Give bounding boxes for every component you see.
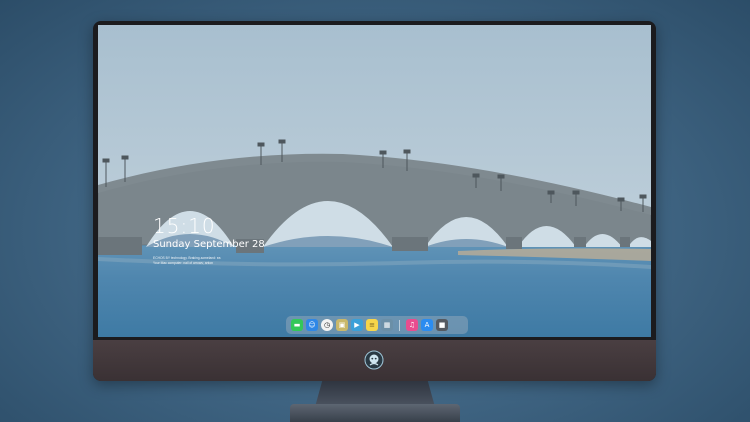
screen: 15:10 Sunday September 28 ECHOS BY techn… [98, 25, 651, 337]
dock-separator [399, 319, 400, 331]
brand-logo-icon [364, 350, 384, 370]
notes-app-icon[interactable]: ≡ [366, 319, 378, 331]
clock-app-icon[interactable]: ◷ [321, 319, 333, 331]
photo-booth-app-icon[interactable]: ▦ [381, 319, 393, 331]
wallpaper-bridge-image [98, 25, 651, 337]
lock-screen-time: 15:10 [153, 214, 216, 238]
monitor-stand-base [290, 404, 460, 422]
screenshot-app-icon[interactable]: ■ [436, 319, 448, 331]
lock-screen-message: ECHOS BY technology. Braking-someland: e… [153, 256, 273, 265]
imac-monitor: 15:10 Sunday September 28 ECHOS BY techn… [93, 21, 656, 381]
itunes-app-icon[interactable]: ♫ [406, 319, 418, 331]
lock-screen-date: Sunday September 28 [153, 239, 265, 250]
finder-app-icon[interactable]: ☺ [306, 319, 318, 331]
dock: ▬ ☺ ◷ ▣ ▶ ≡ ▦ ♫ A ■ [286, 316, 468, 334]
preview-app-icon[interactable]: ▣ [336, 319, 348, 331]
messages-app-icon[interactable]: ▬ [291, 319, 303, 331]
app-store-app-icon[interactable]: A [421, 319, 433, 331]
final-cut-app-icon[interactable]: ▶ [351, 319, 363, 331]
monitor-chin [93, 340, 656, 381]
lock-screen-message-line: Your Mac computer: nail of arrows; anton [153, 260, 213, 265]
